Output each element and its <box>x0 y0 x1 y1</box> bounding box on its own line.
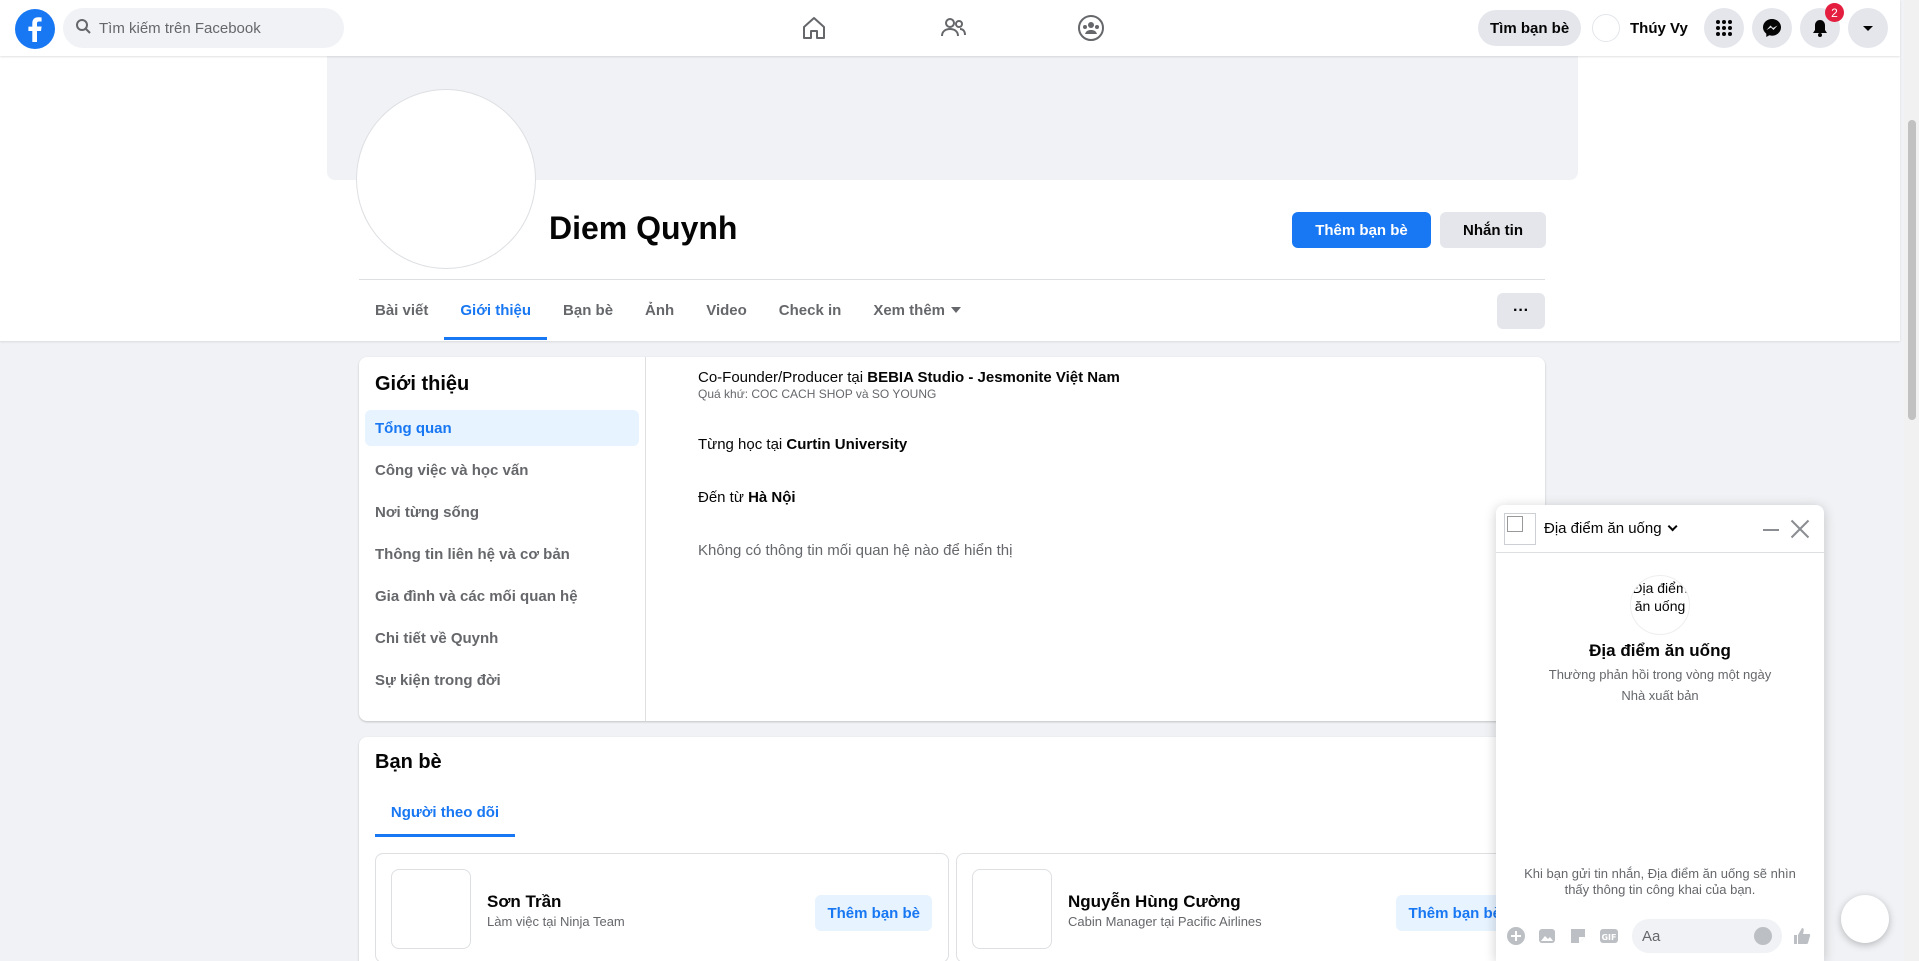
tab-photos[interactable]: Ảnh <box>629 280 690 340</box>
about-title: Giới thiệu <box>375 373 470 395</box>
tab-about[interactable]: Giới thiệu <box>444 280 547 340</box>
friend-name[interactable]: Nguyễn Hùng Cường <box>1068 892 1241 912</box>
profile-name: Diem Quynh <box>549 210 738 246</box>
top-navigation-bar: Tìm bạn bè Thúy Vy 2 <box>0 0 1900 56</box>
sticker-icon[interactable] <box>1568 926 1588 946</box>
chat-message-field[interactable] <box>1632 919 1782 953</box>
chat-composer: GIF <box>1496 909 1824 961</box>
scrollbar-thumb[interactable] <box>1908 120 1916 420</box>
friend-description: Cabin Manager tại Pacific Airlines <box>1068 914 1262 929</box>
about-contact-item[interactable]: Thông tin liên hệ và cơ bản <box>365 536 639 572</box>
work-place-link[interactable]: BEBIA Studio - Jesmonite Việt Nam <box>867 369 1120 386</box>
tab-posts[interactable]: Bài viết <box>359 280 444 340</box>
chat-title-label: Địa điểm ăn uống <box>1544 520 1662 537</box>
hometown-prefix: Đến từ <box>698 489 749 506</box>
tab-followers[interactable]: Người theo dõi <box>375 787 515 837</box>
relationship-info: Không có thông tin mối quan hệ nào để hi… <box>698 542 1013 559</box>
groups-icon[interactable] <box>1076 13 1106 43</box>
more-options-button[interactable]: ··· <box>1497 293 1545 329</box>
work-past: Quá khứ: COC CACH SHOP và SO YOUNG <box>698 387 937 401</box>
education-info: Từng học tại Curtin University <box>698 436 1545 453</box>
friends-icon[interactable] <box>938 13 968 43</box>
about-sidebar: Giới thiệu Tổng quan Công việc và học vấ… <box>359 357 646 721</box>
account-menu-button[interactable] <box>1848 8 1888 48</box>
caret-down-icon <box>1863 26 1873 31</box>
chevron-down-icon <box>1667 521 1678 532</box>
about-life-events-item[interactable]: Sự kiện trong đời <box>365 662 639 698</box>
svg-text:GIF: GIF <box>1601 933 1616 942</box>
friend-description: Làm việc tại Ninja Team <box>487 914 625 929</box>
chat-input[interactable] <box>1642 927 1752 945</box>
work-info: Co-Founder/Producer tại BEBIA Studio - J… <box>698 369 1545 401</box>
facebook-logo-icon[interactable] <box>15 9 55 49</box>
current-user-button[interactable]: Thúy Vy <box>1592 12 1688 44</box>
minimize-icon[interactable] <box>1763 529 1779 531</box>
about-places-item[interactable]: Nơi từng sống <box>365 494 639 530</box>
current-user-name: Thúy Vy <box>1630 19 1688 37</box>
notification-badge: 2 <box>1825 3 1844 22</box>
friend-photo[interactable] <box>972 869 1052 949</box>
add-friend-button[interactable]: Thêm bạn bè <box>1292 212 1431 248</box>
hometown-link[interactable]: Hà Nội <box>748 489 796 506</box>
gif-icon[interactable]: GIF <box>1599 926 1619 946</box>
chat-page-role: Nhà xuất bản <box>1621 688 1699 703</box>
chat-avatar[interactable] <box>1504 513 1536 545</box>
caret-down-icon <box>951 307 962 313</box>
about-work-education-item[interactable]: Công việc và học vấn <box>365 452 639 488</box>
profile-tabs: Bài viết Giới thiệu Bạn bè Ảnh Video Che… <box>359 280 977 340</box>
list-item: Sơn Trần Làm việc tại Ninja Team Thêm bạ… <box>375 853 949 961</box>
chat-title[interactable]: Địa điểm ăn uống <box>1544 520 1678 537</box>
page-avatar[interactable]: Địa điểm ăn uống <box>1630 575 1690 635</box>
search-bar[interactable] <box>63 8 344 48</box>
chat-page-name[interactable]: Địa điểm ăn uống <box>1496 641 1824 661</box>
chat-header: Địa điểm ăn uống <box>1496 505 1824 553</box>
profile-picture[interactable] <box>357 90 535 268</box>
about-content: Co-Founder/Producer tại BEBIA Studio - J… <box>698 357 1545 559</box>
image-icon[interactable] <box>1537 926 1557 946</box>
search-icon <box>75 18 91 39</box>
close-icon[interactable] <box>1790 519 1810 539</box>
friends-card: Bạn bè Người theo dõi Sơn Trần Làm việc … <box>359 737 1545 961</box>
profile-header: Diem Quynh Thêm bạn bè Nhắn tin Bài viết… <box>0 56 1900 341</box>
like-icon[interactable] <box>1792 926 1812 946</box>
chat-privacy-note: Khi bạn gửi tin nhắn, Địa điểm ăn uống s… <box>1524 866 1796 897</box>
tab-more-label: Xem thêm <box>873 301 946 319</box>
message-button[interactable]: Nhắn tin <box>1440 212 1546 248</box>
scrollbar[interactable] <box>1904 0 1919 961</box>
tab-friends[interactable]: Bạn bè <box>547 280 629 340</box>
new-message-button[interactable] <box>1841 895 1889 943</box>
about-family-item[interactable]: Gia đình và các mối quan hệ <box>365 578 639 614</box>
about-overview-item[interactable]: Tổng quan <box>365 410 639 446</box>
chat-response-time: Thường phản hồi trong vòng một ngày <box>1548 667 1772 682</box>
messenger-icon[interactable] <box>1752 8 1792 48</box>
tab-checkins[interactable]: Check in <box>763 280 858 340</box>
find-friends-button[interactable]: Tìm bạn bè <box>1478 10 1582 46</box>
menu-grid-icon[interactable] <box>1704 8 1744 48</box>
bell-icon[interactable]: 2 <box>1800 3 1844 48</box>
hometown-info: Đến từ Hà Nội <box>698 489 1545 506</box>
tab-more[interactable]: Xem thêm <box>857 280 977 340</box>
about-card: Giới thiệu Tổng quan Công việc và học vấ… <box>359 357 1545 721</box>
avatar <box>1592 14 1620 42</box>
friend-photo[interactable] <box>391 869 471 949</box>
about-details-item[interactable]: Chi tiết về Quynh <box>365 620 639 656</box>
search-input[interactable] <box>99 19 329 37</box>
add-friend-button[interactable]: Thêm bạn bè <box>815 895 932 931</box>
friends-title: Bạn bè <box>375 751 442 773</box>
home-icon[interactable] <box>799 13 829 43</box>
chat-window: Địa điểm ăn uống Địa điểm ăn uống Địa đi… <box>1496 505 1824 961</box>
education-prefix: Từng học tại <box>698 436 787 453</box>
friend-name[interactable]: Sơn Trần <box>487 892 561 912</box>
work-prefix: Co-Founder/Producer tại <box>698 369 868 386</box>
plus-icon[interactable] <box>1506 926 1526 946</box>
list-item: Nguyễn Hùng Cường Cabin Manager tại Paci… <box>956 853 1530 961</box>
education-place-link[interactable]: Curtin University <box>786 436 907 453</box>
emoji-icon[interactable] <box>1754 927 1772 945</box>
tab-videos[interactable]: Video <box>690 280 763 340</box>
